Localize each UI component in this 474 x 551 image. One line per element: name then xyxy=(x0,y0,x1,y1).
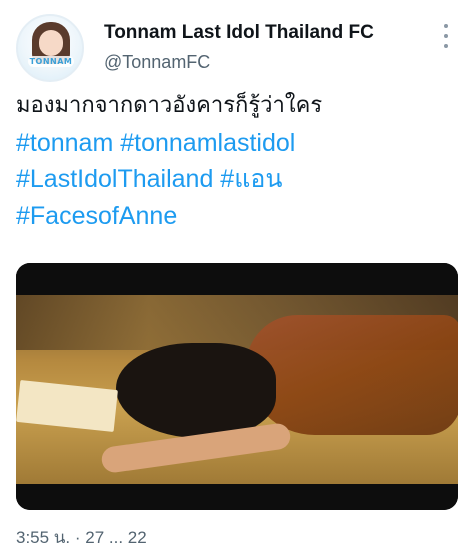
scene-figure-hair xyxy=(116,343,276,438)
avatar-face xyxy=(39,30,63,56)
letterbox-top xyxy=(16,263,458,295)
author-display-name[interactable]: Tonnam Last Idol Thailand FC xyxy=(104,22,374,44)
hashtag-line-1[interactable]: #tonnam #tonnamlastidol xyxy=(16,125,456,162)
tweet-text: มองมากจากดาวอังคารก็รู้ว่าใคร #tonnam #t… xyxy=(16,88,456,234)
avatar-logo-text: TONNAM xyxy=(28,56,74,67)
tweet-timestamp[interactable]: 3:55 น. · 27 ... 22 xyxy=(16,524,147,551)
hashtag-line-2[interactable]: #LastIdolThailand #แอน xyxy=(16,161,456,198)
more-dot xyxy=(444,34,448,38)
tweet-card[interactable]: TONNAM Tonnam Last Idol Thailand FC @Ton… xyxy=(0,0,474,547)
scene-paper xyxy=(16,379,118,433)
hashtag-line-3[interactable]: #FacesofAnne xyxy=(16,198,456,235)
author-avatar[interactable]: TONNAM xyxy=(16,14,84,82)
author-handle[interactable]: @TonnamFC xyxy=(104,52,210,73)
letterbox-bottom xyxy=(16,484,458,510)
more-dot xyxy=(444,24,448,28)
tweet-media-image[interactable] xyxy=(16,263,458,510)
more-dot xyxy=(444,44,448,48)
tweet-body-line: มองมากจากดาวอังคารก็รู้ว่าใคร xyxy=(16,93,323,118)
scene-figure-clothing xyxy=(246,315,458,435)
media-scene xyxy=(16,295,458,484)
more-vertical-icon[interactable] xyxy=(438,24,454,48)
